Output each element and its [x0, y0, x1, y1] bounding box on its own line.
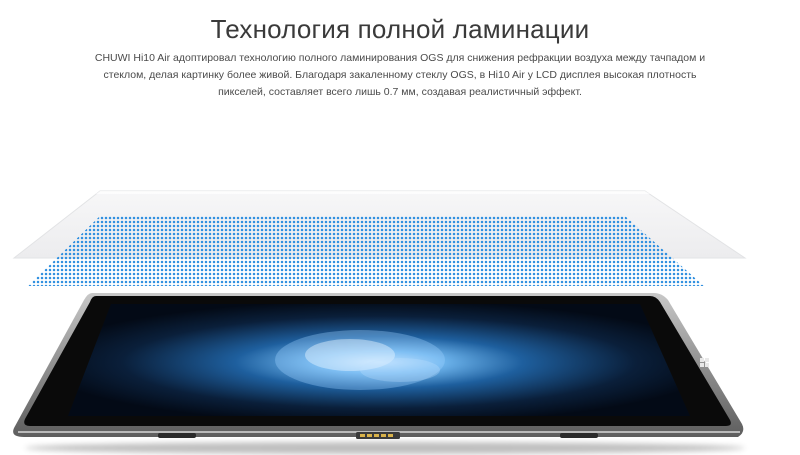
port-left: [158, 433, 196, 438]
port-right: [560, 433, 598, 438]
pogo-connector: [356, 432, 400, 439]
section-title: Технология полной ламинации: [210, 14, 590, 44]
section-description: CHUWI Hi10 Air адоптировал технологию по…: [94, 52, 706, 98]
touch-grid-layer: [28, 216, 704, 286]
lamination-section: Технология полной ламинации CHUWI Hi10 A…: [0, 0, 800, 455]
tablet-display: [13, 293, 745, 454]
